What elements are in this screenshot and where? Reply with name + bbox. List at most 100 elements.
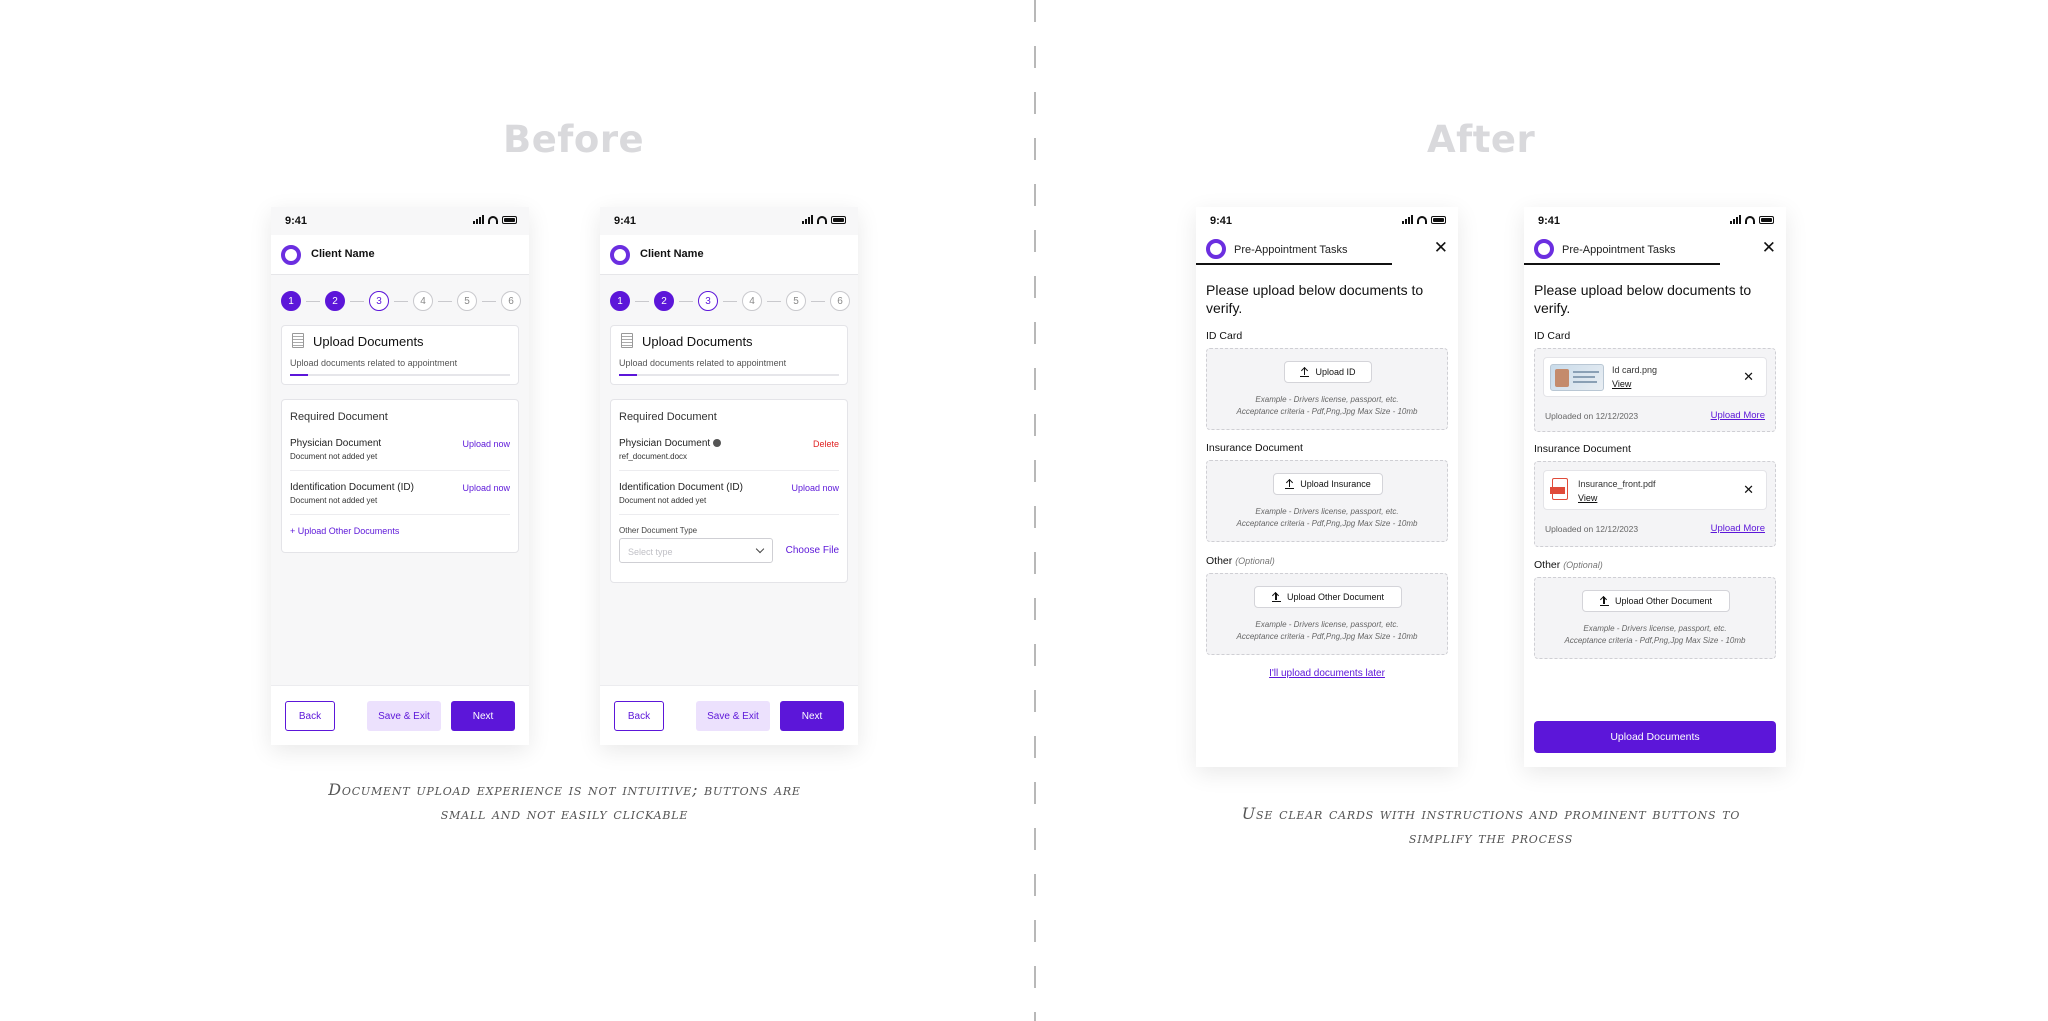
upload-now-id[interactable]: Upload now <box>791 483 839 493</box>
upload-icon <box>1300 367 1310 377</box>
back-button[interactable]: Back <box>285 701 335 731</box>
remove-file-icon[interactable]: ✕ <box>1743 482 1754 498</box>
signal-icon <box>802 215 813 224</box>
before-screen-1: 9:41 Client Name 1 2 3 4 5 6 Upload Docu… <box>271 207 529 745</box>
step-4[interactable]: 4 <box>413 291 433 311</box>
document-type-select[interactable]: Select type <box>619 538 773 563</box>
step-2[interactable]: 2 <box>654 291 674 311</box>
id-card-label: ID Card <box>1206 330 1243 342</box>
other-label: Other (Optional) <box>1534 559 1603 571</box>
next-button[interactable]: Next <box>451 701 515 731</box>
upload-insurance-button[interactable]: Upload Insurance <box>1273 473 1383 495</box>
upload-documents-card: Upload Documents Upload documents relate… <box>610 325 848 385</box>
step-4[interactable]: 4 <box>742 291 762 311</box>
id-status: Document not added yet <box>290 496 378 505</box>
step-1[interactable]: 1 <box>610 291 630 311</box>
save-exit-button[interactable]: Save & Exit <box>367 701 441 731</box>
close-icon[interactable]: ✕ <box>1434 238 1448 258</box>
view-id-link[interactable]: View <box>1612 379 1631 389</box>
id-hint: Example - Drivers license, passport, etc… <box>1236 395 1418 416</box>
signal-icon <box>1402 215 1413 224</box>
logo-icon <box>610 245 630 265</box>
signal-icon <box>1730 215 1741 224</box>
step-5[interactable]: 5 <box>786 291 806 311</box>
battery-icon <box>502 215 517 224</box>
client-name: Client Name <box>640 248 704 260</box>
chevron-down-icon <box>755 544 765 554</box>
step-1[interactable]: 1 <box>281 291 301 311</box>
save-exit-button[interactable]: Save & Exit <box>696 701 770 731</box>
status-time: 9:41 <box>1210 215 1233 227</box>
upload-now-physician[interactable]: Upload now <box>462 439 510 449</box>
required-document-card: Required Document Physician Document ref… <box>610 399 848 583</box>
status-bar: 9:41 <box>600 207 858 235</box>
before-caption-line-2: small and not easily clickable <box>440 804 689 823</box>
after-screen-1: 9:41 Pre-Appointment Tasks ✕ Please uplo… <box>1196 207 1458 767</box>
signal-icon <box>473 215 484 224</box>
id-upload-zone: Upload ID Example - Drivers license, pas… <box>1206 348 1448 430</box>
step-5[interactable]: 5 <box>457 291 477 311</box>
step-3[interactable]: 3 <box>698 291 718 311</box>
after-caption-line-1: Use clear cards with instructions and pr… <box>1241 804 1741 823</box>
back-button[interactable]: Back <box>614 701 664 731</box>
close-icon[interactable]: ✕ <box>1762 238 1776 258</box>
step-3[interactable]: 3 <box>369 291 389 311</box>
after-caption: Use clear cards with instructions and pr… <box>1196 802 1786 850</box>
upload-other-button[interactable]: Upload Other Document <box>1254 586 1402 608</box>
other-hint: Example - Drivers license, passport, etc… <box>1564 624 1746 645</box>
id-file-name: Id card.png <box>1612 365 1658 375</box>
upload-other-link[interactable]: + Upload Other Documents <box>290 526 399 536</box>
upload-documents-card: Upload Documents Upload documents relate… <box>281 325 519 385</box>
upload-subtitle: Upload documents related to appointment <box>290 358 458 368</box>
upload-documents-button[interactable]: Upload Documents <box>1534 721 1776 753</box>
upload-later-link[interactable]: I'll upload documents later <box>1196 668 1458 679</box>
logo-icon <box>281 245 301 265</box>
status-bar: 9:41 <box>271 207 529 235</box>
id-card-label: ID Card <box>1534 330 1571 342</box>
status-time: 9:41 <box>614 215 637 227</box>
upload-icon <box>1271 592 1281 602</box>
delete-link[interactable]: Delete <box>813 439 839 449</box>
step-6[interactable]: 6 <box>501 291 521 311</box>
remove-file-icon[interactable]: ✕ <box>1743 369 1754 385</box>
next-button[interactable]: Next <box>780 701 844 731</box>
id-uploaded-date: Uploaded on 12/12/2023 <box>1545 411 1639 421</box>
status-bar: 9:41 <box>1196 207 1458 235</box>
insurance-file-card: Insurance_front.pdf View ✕ <box>1543 470 1767 510</box>
step-6[interactable]: 6 <box>830 291 850 311</box>
wifi-icon <box>1745 215 1755 224</box>
upload-other-button[interactable]: Upload Other Document <box>1582 590 1730 612</box>
choose-file-link[interactable]: Choose File <box>786 545 839 556</box>
upload-more-insurance[interactable]: Upload More <box>1711 523 1765 534</box>
upload-title: Upload Documents <box>642 334 753 349</box>
stepper: 1 2 3 4 5 6 <box>281 291 521 311</box>
upload-now-id[interactable]: Upload now <box>462 483 510 493</box>
upload-more-id[interactable]: Upload More <box>1711 410 1765 421</box>
other-type-label: Other Document Type <box>619 526 698 535</box>
upload-title: Upload Documents <box>313 334 424 349</box>
pdf-file-icon <box>1550 478 1568 500</box>
document-icon <box>292 333 304 348</box>
insurance-upload-zone: Upload Insurance Example - Drivers licen… <box>1206 460 1448 542</box>
upload-icon <box>1285 479 1295 489</box>
id-label: Identification Document (ID) <box>619 482 743 493</box>
insurance-file-name: Insurance_front.pdf <box>1578 479 1656 489</box>
app-header: Client Name <box>271 235 529 275</box>
battery-icon <box>831 215 846 224</box>
id-label: Identification Document (ID) <box>290 482 414 493</box>
insurance-uploaded-date: Uploaded on 12/12/2023 <box>1545 524 1639 534</box>
header-title: Pre-Appointment Tasks <box>1234 244 1348 256</box>
document-icon <box>621 333 633 348</box>
wifi-icon <box>817 215 827 224</box>
app-header: Client Name <box>600 235 858 275</box>
dashed-divider <box>1034 0 1036 1021</box>
after-screen-2: 9:41 Pre-Appointment Tasks ✕ Please uplo… <box>1524 207 1786 767</box>
upload-id-button[interactable]: Upload ID <box>1284 361 1372 383</box>
step-2[interactable]: 2 <box>325 291 345 311</box>
view-insurance-link[interactable]: View <box>1578 493 1597 503</box>
logo-icon <box>1534 239 1554 259</box>
insurance-label: Insurance Document <box>1206 442 1303 454</box>
physician-status: Document not added yet <box>290 452 378 461</box>
stepper: 1 2 3 4 5 6 <box>610 291 850 311</box>
status-bar: 9:41 <box>1524 207 1786 235</box>
